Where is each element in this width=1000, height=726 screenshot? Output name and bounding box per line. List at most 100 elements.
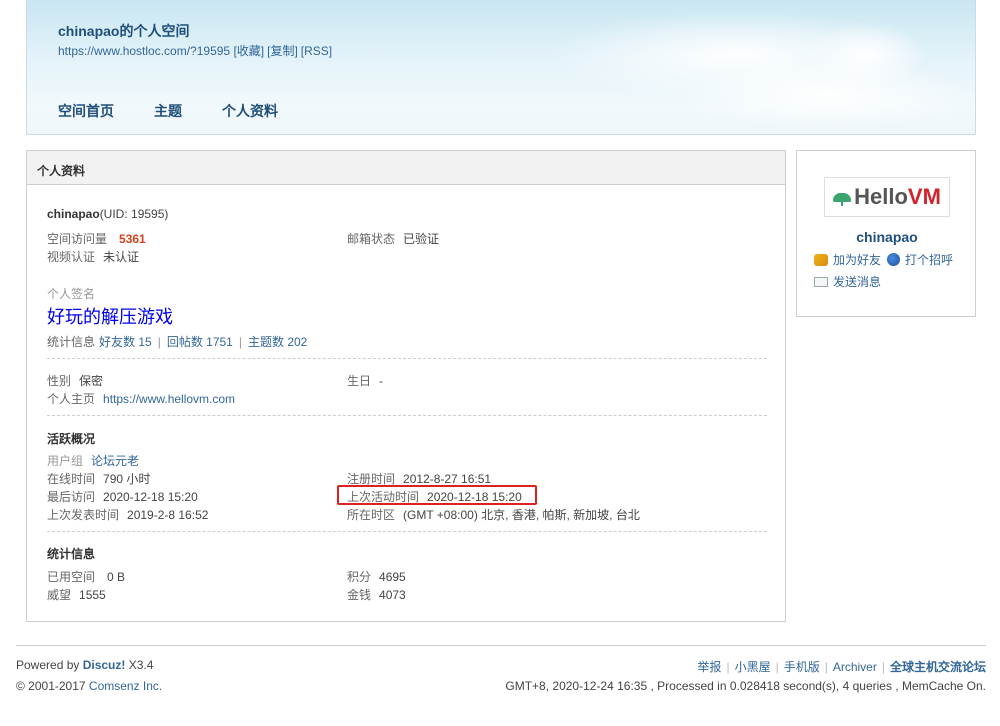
credits-label: 积分 — [347, 570, 372, 584]
signature-label: 个人签名 — [47, 287, 96, 301]
annotation-highlight-box — [337, 485, 537, 505]
stats-label: 统计信息 — [47, 335, 96, 349]
space-url-link[interactable]: https://www.hostloc.com/?19595 — [58, 44, 230, 58]
homepage-label: 个人主页 — [47, 392, 96, 406]
video-value: 未认证 — [103, 250, 140, 264]
register-label: 注册时间 — [347, 472, 396, 486]
lastvisit-value: 2020-12-18 15:20 — [103, 490, 198, 504]
space-header: chinapao的个人空间 https://www.hostloc.com/?1… — [26, 0, 976, 135]
lastpost-row: 上次发表时间 2019-2-8 16:52 — [47, 506, 208, 523]
panel-title: 个人资料 — [27, 151, 785, 185]
gender-label: 性别 — [47, 374, 72, 388]
credits-value: 4695 — [379, 570, 406, 584]
dandelion-decoration — [807, 20, 927, 90]
gender-value: 保密 — [79, 374, 104, 388]
powered-version: X3.4 — [125, 658, 154, 672]
lastvisit-row: 最后访问 2020-12-18 15:20 — [47, 488, 198, 505]
stats-separator: | — [238, 335, 242, 349]
avatar-logo-hello: Hello — [854, 184, 908, 209]
replies-count-link[interactable]: 回帖数 1751 — [167, 335, 233, 349]
group-link[interactable]: 论坛元老 — [91, 454, 139, 468]
space-label: 已用空间 — [47, 570, 96, 584]
poke-button[interactable]: 打个招呼 — [887, 251, 953, 268]
group-label: 用户组 — [47, 454, 84, 468]
copy-link[interactable]: [复制] — [267, 44, 298, 58]
send-message-button[interactable]: 发送消息 — [814, 273, 881, 290]
envelope-icon — [814, 276, 828, 287]
space-row: 已用空间 0 B — [47, 568, 125, 585]
comsenz-link[interactable]: Comsenz Inc. — [89, 679, 162, 693]
nav-profile[interactable]: 个人资料 — [222, 103, 278, 119]
rss-link[interactable]: [RSS] — [301, 44, 332, 58]
send-message-label: 发送消息 — [833, 275, 882, 289]
section-divider — [47, 415, 767, 416]
username-row: chinapao(UID: 19595) — [47, 207, 168, 221]
footer-link-blacklist[interactable]: 小黑屋 — [735, 660, 771, 674]
prestige-label: 威望 — [47, 588, 72, 602]
discuz-link[interactable]: Discuz! — [83, 658, 126, 672]
footer-link-mobile[interactable]: 手机版 — [784, 660, 820, 674]
online-value: 790 小时 — [103, 472, 151, 486]
online-label: 在线时间 — [47, 472, 96, 486]
register-value: 2012-8-27 16:51 — [403, 472, 492, 486]
nav-threads[interactable]: 主题 — [154, 103, 182, 119]
signature-value: 好玩的解压游戏 — [47, 307, 173, 327]
section-divider — [47, 531, 767, 532]
email-value: 已验证 — [403, 232, 440, 246]
username: chinapao — [47, 207, 100, 221]
uid: (UID: 19595) — [99, 207, 169, 221]
footer-link-archiver[interactable]: Archiver — [833, 660, 877, 674]
email-row: 邮箱状态 已验证 — [347, 230, 439, 247]
activity-title: 活跃概况 — [47, 432, 96, 446]
lastpost-label: 上次发表时间 — [47, 508, 120, 522]
copyright-prefix: © 2001-2017 — [16, 679, 89, 693]
footer-links: 举报 | 小黑屋 | 手机版 | Archiver | 全球主机交流论坛 — [697, 660, 986, 674]
threads-count-link[interactable]: 主题数 202 — [248, 335, 307, 349]
homepage-row: 个人主页 https://www.hellovm.com — [47, 390, 235, 407]
section-divider — [47, 358, 767, 359]
birthday-row: 生日 - — [347, 372, 383, 389]
timezone-value: (GMT +08:00) 北京, 香港, 帕斯, 新加坡, 台北 — [403, 508, 640, 522]
add-friend-button[interactable]: 加为好友 — [814, 251, 881, 268]
video-row: 视频认证 未认证 — [47, 248, 139, 265]
stats-separator: | — [157, 335, 161, 349]
lastvisit-label: 最后访问 — [47, 490, 96, 504]
money-label: 金钱 — [347, 588, 372, 602]
footer-link-report[interactable]: 举报 — [697, 660, 721, 674]
homepage-link[interactable]: https://www.hellovm.com — [103, 392, 235, 406]
cloud-icon — [833, 190, 852, 206]
profile-panel: 个人资料 chinapao(UID: 19595) 空间访问量 5361 邮箱状态… — [26, 150, 786, 622]
space-title: chinapao的个人空间 — [58, 23, 190, 39]
nav-space-home[interactable]: 空间首页 — [58, 103, 114, 119]
timezone-label: 所在时区 — [347, 508, 396, 522]
video-label: 视频认证 — [47, 250, 96, 264]
avatar-logo-vm: VM — [907, 184, 941, 209]
timezone-row: 所在时区 (GMT +08:00) 北京, 香港, 帕斯, 新加坡, 台北 — [347, 506, 640, 523]
sidebar-username[interactable]: chinapao — [797, 229, 977, 245]
gender-row: 性别 保密 — [47, 372, 103, 389]
online-row: 在线时间 790 小时 — [47, 470, 150, 487]
money-value: 4073 — [379, 588, 406, 602]
space-value: 0 B — [107, 570, 126, 584]
footer-stats: GMT+8, 2020-12-24 16:35 , Processed in 0… — [505, 679, 986, 693]
visits-value: 5361 — [119, 232, 146, 246]
copyright: © 2001-2017 Comsenz Inc. — [16, 679, 162, 693]
space-nav: 空间首页 主题 个人资料 — [58, 101, 318, 121]
collect-link[interactable]: [收藏] — [233, 44, 264, 58]
money-row: 金钱 4073 — [347, 586, 406, 603]
visits-row: 空间访问量 5361 — [47, 230, 146, 247]
space-links: https://www.hostloc.com/?19595 [收藏] [复制][… — [58, 42, 335, 59]
poke-icon — [887, 253, 900, 266]
add-friend-label: 加为好友 — [833, 253, 882, 267]
prestige-value: 1555 — [79, 588, 106, 602]
avatar[interactable]: Hello VM — [824, 177, 950, 217]
footer-link-forum[interactable]: 全球主机交流论坛 — [890, 660, 986, 674]
stat-title: 统计信息 — [47, 547, 96, 561]
stats-row: 统计信息 好友数 15 | 回帖数 1751 | 主题数 202 — [47, 333, 307, 350]
footer-divider — [16, 645, 986, 646]
friends-count-link[interactable]: 好友数 15 — [99, 335, 152, 349]
birthday-value: - — [379, 374, 384, 388]
lastpost-value: 2019-2-8 16:52 — [127, 508, 209, 522]
prestige-row: 威望 1555 — [47, 586, 106, 603]
poke-label: 打个招呼 — [905, 253, 954, 267]
